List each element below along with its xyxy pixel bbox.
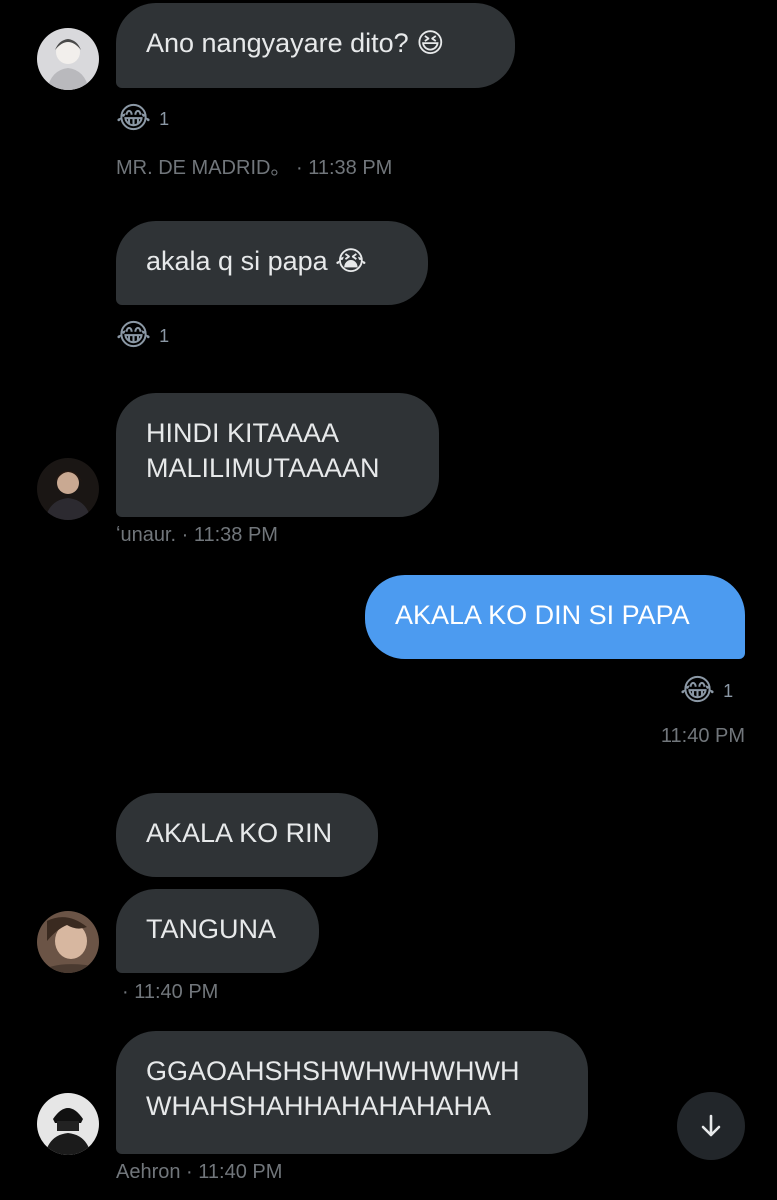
laughing-tears-emoji-icon: 😂	[680, 674, 716, 707]
message-bubble[interactable]: TANGUNA	[116, 889, 319, 973]
reaction-count: 1	[159, 108, 170, 129]
reaction-badge[interactable]: 😂 1	[116, 104, 169, 134]
avatar[interactable]	[37, 911, 99, 973]
message-meta: ʻunaur. · 11:38 PM	[116, 524, 278, 546]
message-text: Ano nangyayare dito? 😆	[146, 28, 445, 58]
avatar[interactable]	[37, 1093, 99, 1155]
reaction-count: 1	[159, 325, 170, 346]
laughing-tears-emoji-icon: 😂	[116, 319, 152, 352]
reaction-badge[interactable]: 😂 1	[116, 321, 169, 351]
message-meta: Aehron · 11:40 PM	[116, 1161, 283, 1183]
avatar-image	[37, 1093, 99, 1155]
arrow-down-icon	[701, 1114, 721, 1137]
avatar-image	[37, 911, 99, 973]
message-bubble[interactable]: Ano nangyayare dito? 😆	[116, 3, 515, 88]
reaction-count: 1	[723, 680, 734, 701]
message-bubble[interactable]: akala q si papa 😭	[116, 221, 428, 305]
message-bubble-outgoing[interactable]: AKALA KO DIN SI PAPA	[365, 575, 745, 659]
message-text: TANGUNA	[146, 914, 277, 944]
scroll-to-bottom-button[interactable]	[677, 1092, 745, 1160]
reaction-badge[interactable]: 😂 1	[680, 676, 733, 706]
message-text: AKALA KO RIN	[146, 818, 333, 848]
message-meta: 11:40 PM	[660, 725, 745, 747]
message-meta: · 11:40 PM	[122, 981, 219, 1003]
message-text-line: MALILIMUTAAAAN	[146, 453, 380, 483]
message-bubble[interactable]: AKALA KO RIN	[116, 793, 378, 877]
avatar[interactable]	[37, 458, 99, 520]
message-text: akala q si papa 😭	[146, 246, 367, 276]
message-bubble[interactable]: HINDI KITAAAA MALILIMUTAAAAN	[116, 393, 439, 517]
message-text-line: WHAHSHAHHAHAHAHAHA	[146, 1091, 492, 1121]
message-bubble[interactable]: GGAOAHSHSHWHWHWHWH WHAHSHAHHAHAHAHAHA	[116, 1031, 588, 1154]
message-meta: MR. DE MADRID。 · 11:38 PM	[116, 157, 393, 179]
avatar-image	[37, 458, 99, 520]
message-text: AKALA KO DIN SI PAPA	[395, 600, 690, 630]
message-text-line: HINDI KITAAAA	[146, 418, 340, 448]
laughing-tears-emoji-icon: 😂	[116, 102, 152, 135]
message-text-line: GGAOAHSHSHWHWHWHWH	[146, 1056, 520, 1086]
avatar-image	[37, 28, 99, 90]
avatar[interactable]	[37, 28, 99, 90]
